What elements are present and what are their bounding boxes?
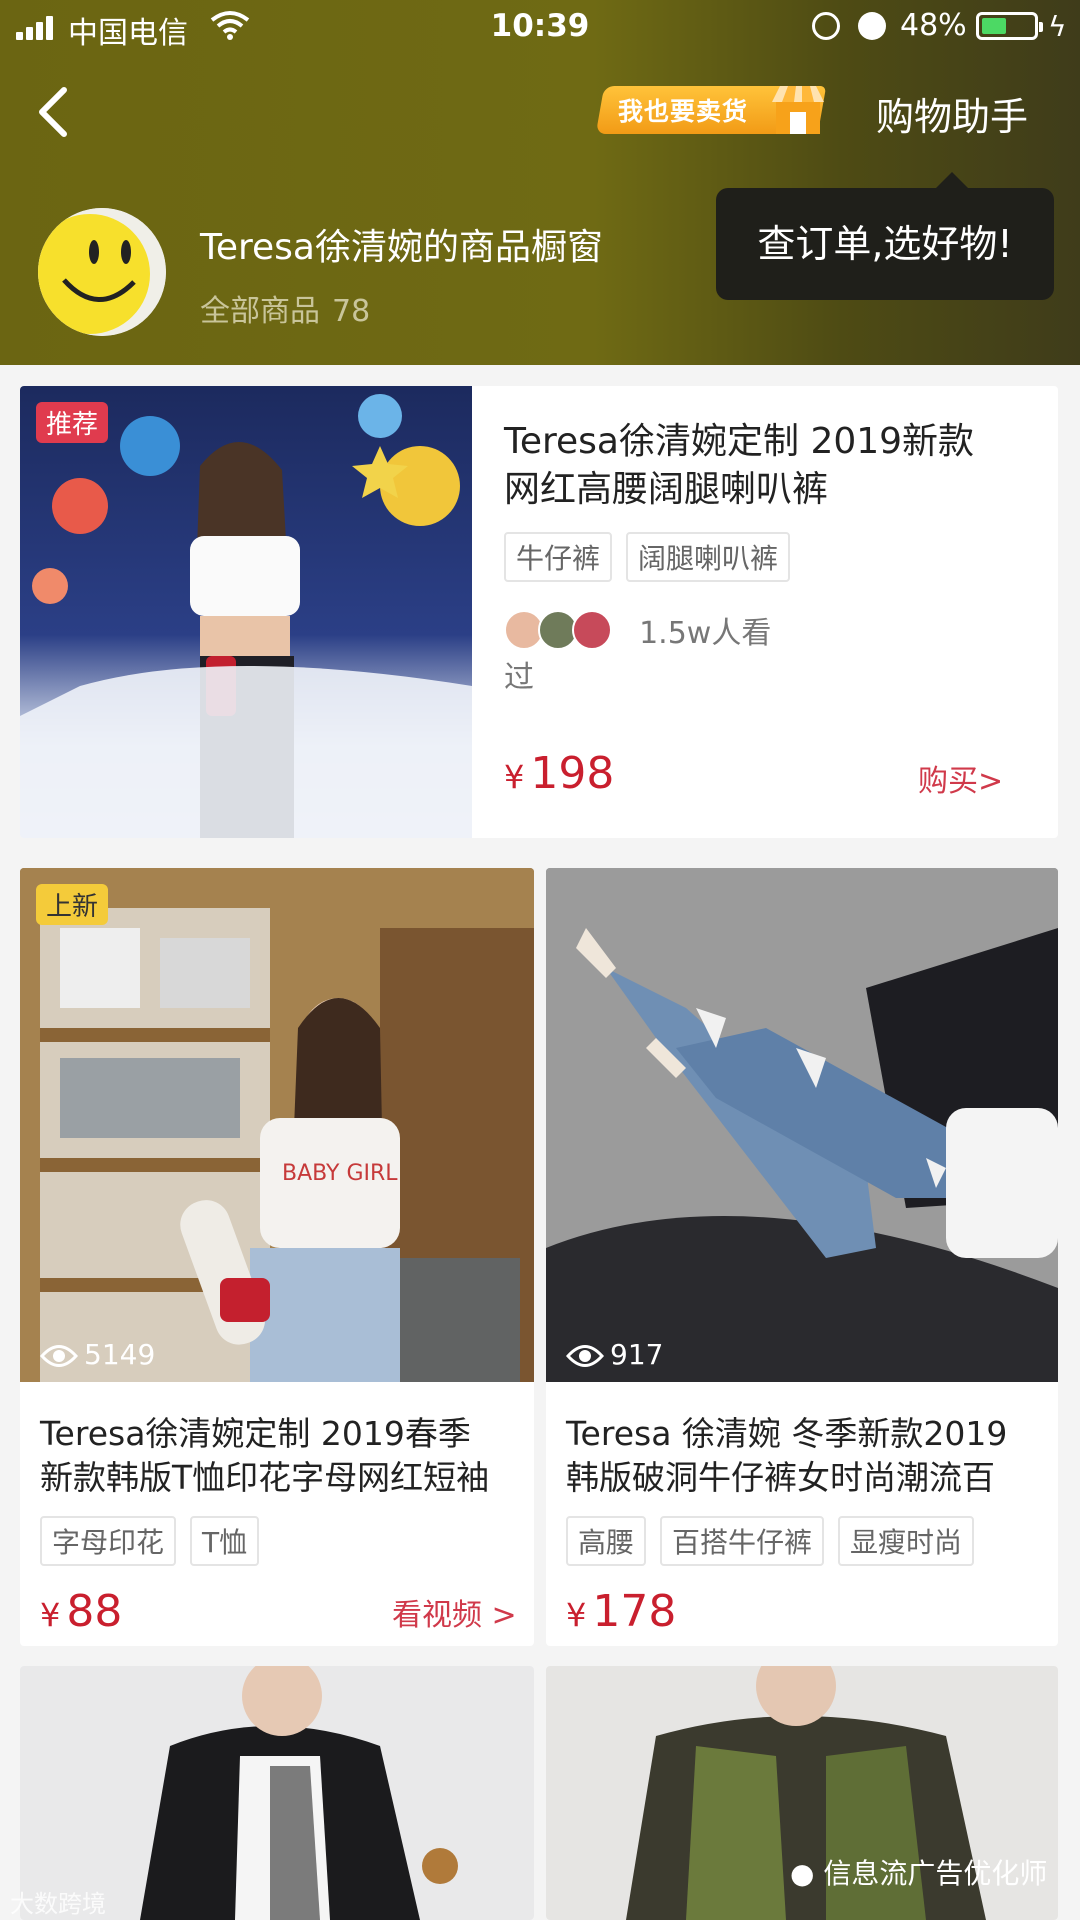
product-card-1[interactable]: 推荐 Teresa徐清婉定制 2019新款 网红高腰阔腿喇叭裤 牛仔裤 阔腿喇叭裤…: [20, 386, 1058, 838]
price-amount: 198: [530, 748, 615, 799]
all-products-count: 78: [332, 294, 371, 329]
viewer-avatars: 1.5w人看过: [504, 608, 797, 697]
sell-goods-label: 我也要卖货: [618, 97, 749, 126]
product-title-1: Teresa徐清婉定制 2019新款 网红高腰阔腿喇叭裤: [504, 418, 974, 514]
product-card-4[interactable]: [20, 1666, 534, 1920]
product-tags-1: 牛仔裤 阔腿喇叭裤: [504, 532, 804, 582]
battery-icon: [976, 12, 1043, 40]
product-image-2[interactable]: BABY GIRL 上新 5149: [20, 868, 534, 1382]
product-title-2: Teresa徐清婉定制 2019春季 新款韩版T恤印花字母网红短袖: [40, 1412, 489, 1500]
product-title-3-line1: Teresa 徐清婉 冬季新款2019: [566, 1414, 1008, 1453]
currency-symbol: ¥: [40, 1596, 61, 1634]
eye-icon: [565, 1345, 605, 1367]
product-image-1[interactable]: 推荐: [20, 386, 472, 838]
chevron-left-icon: [39, 87, 67, 137]
product-tags-2: 字母印花 T恤: [40, 1516, 273, 1566]
watermark-right: ● 信息流广告优化师: [790, 1852, 1047, 1892]
charging-icon: ϟ: [1048, 10, 1067, 43]
eye-icon: [39, 1345, 79, 1367]
all-products-label: 全部商品: [200, 294, 320, 329]
price-amount: 178: [592, 1586, 677, 1637]
shop-title: Teresa徐清婉的商品橱窗: [200, 227, 603, 268]
avatar[interactable]: [38, 208, 166, 336]
price-amount: 88: [66, 1586, 123, 1637]
currency-symbol: ¥: [504, 758, 525, 796]
product-title-3: Teresa 徐清婉 冬季新款2019 韩版破洞牛仔裤女时尚潮流百: [566, 1412, 1007, 1500]
status-bar: 中国电信 10:39 48% ϟ: [0, 0, 1080, 56]
product-image-4[interactable]: [20, 1666, 534, 1920]
battery-percent: 48%: [900, 8, 967, 43]
product-card-3[interactable]: 917 Teresa 徐清婉 冬季新款2019 韩版破洞牛仔裤女时尚潮流百 高腰…: [546, 868, 1058, 1646]
alarm-icon: [858, 12, 886, 40]
product-title-3-line2: 韩版破洞牛仔裤女时尚潮流百: [566, 1458, 995, 1497]
new-arrival-badge: 上新: [36, 884, 109, 925]
watch-video-button[interactable]: 看视频 >: [392, 1590, 517, 1634]
shop-header: 中国电信 10:39 48% ϟ 我也要卖货 购物助手 Teresa徐清婉的商品…: [0, 0, 1080, 365]
product-tags-3: 高腰 百搭牛仔裤 显瘦时尚: [566, 1516, 988, 1566]
smiley-icon: [38, 208, 166, 336]
product-image-3[interactable]: 917: [546, 868, 1058, 1382]
product-price-3: ¥178: [566, 1586, 676, 1637]
back-button[interactable]: [28, 82, 80, 142]
viewer-avatar: [572, 610, 612, 650]
svg-text:BABY GIRL: BABY GIRL: [282, 1161, 398, 1186]
tag-chip: 阔腿喇叭裤: [626, 532, 791, 582]
tag-chip: T恤: [190, 1516, 260, 1566]
product-title-2-line2: 新款韩版T恤印花字母网红短袖: [40, 1458, 490, 1497]
product-price-1: ¥198: [504, 748, 614, 799]
product-photo: [20, 394, 472, 838]
product-photo: [546, 868, 1058, 1382]
battery-fill: [982, 18, 1006, 34]
tag-chip: 显瘦时尚: [838, 1516, 975, 1566]
watermark-left: 大数跨境: [10, 1890, 106, 1918]
view-count-value: 917: [610, 1338, 664, 1371]
tag-chip: 百搭牛仔裤: [660, 1516, 825, 1566]
currency-symbol: ¥: [566, 1596, 587, 1634]
all-products-link[interactable]: 全部商品 78: [200, 286, 370, 330]
tag-chip: 字母印花: [40, 1516, 177, 1566]
buy-button[interactable]: 购买>: [918, 756, 1003, 800]
product-title-1-line2: 网红高腰阔腿喇叭裤: [504, 469, 829, 510]
assistant-tooltip[interactable]: 查订单,选好物!: [716, 172, 1054, 300]
tag-chip: 牛仔裤: [504, 532, 613, 582]
product-photo: BABY GIRL: [20, 868, 534, 1382]
view-count: 917: [565, 1338, 664, 1371]
product-title-2-line1: Teresa徐清婉定制 2019春季: [40, 1414, 471, 1453]
view-count: 5149: [39, 1338, 156, 1371]
rotation-lock-icon: [812, 12, 840, 40]
product-title-1-line1: Teresa徐清婉定制 2019新款: [504, 421, 975, 462]
shopping-assistant-button[interactable]: 购物助手: [876, 86, 1028, 141]
watermark-right-text: 信息流广告优化师: [823, 1857, 1048, 1890]
product-price-2: ¥88: [40, 1586, 122, 1637]
tag-chip: 高腰: [566, 1516, 647, 1566]
view-count-value: 5149: [84, 1338, 156, 1371]
shop-icon: [772, 86, 824, 134]
wechat-icon: ●: [790, 1857, 815, 1890]
recommend-badge: 推荐: [36, 402, 109, 443]
product-card-2[interactable]: BABY GIRL 上新 5149 Teresa徐清婉定制 2019春季 新款韩…: [20, 868, 534, 1646]
